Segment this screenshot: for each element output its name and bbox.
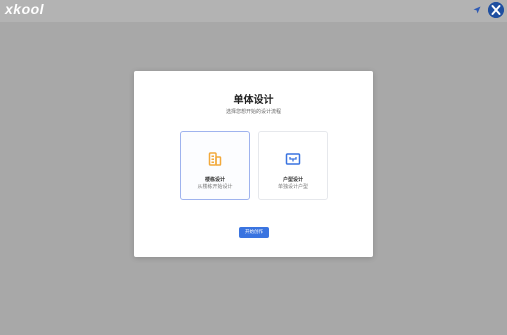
card-description: 从楼栋开始设计 [197,184,233,190]
card-title: 户型设计 [282,177,303,183]
page: xkool 单体设计 选择您想开始的设计流程 楼栋设计 从楼栋开始设计 户型设计… [0,0,507,335]
floorplan-icon [285,153,301,165]
start-create-button[interactable]: 开始创作 [239,227,269,238]
xkool-logo[interactable]: xkool [5,1,44,17]
card-description: 单独设计户型 [277,184,308,190]
user-avatar-icon[interactable] [488,2,504,18]
dialog-subtitle: 选择您想开始的设计流程 [225,109,281,115]
navigation-arrow-icon[interactable] [473,6,481,14]
building-design-card[interactable]: 楼栋设计 从楼栋开始设计 [180,131,250,200]
floorplan-design-card[interactable]: 户型设计 单独设计户型 [258,131,328,200]
dialog-title: 单体设计 [233,95,274,106]
design-mode-dialog: 单体设计 选择您想开始的设计流程 楼栋设计 从楼栋开始设计 户型设计 单独设计户… [134,71,373,257]
card-title: 楼栋设计 [204,177,225,183]
top-bar: xkool [0,0,507,22]
building-icon [208,152,222,166]
